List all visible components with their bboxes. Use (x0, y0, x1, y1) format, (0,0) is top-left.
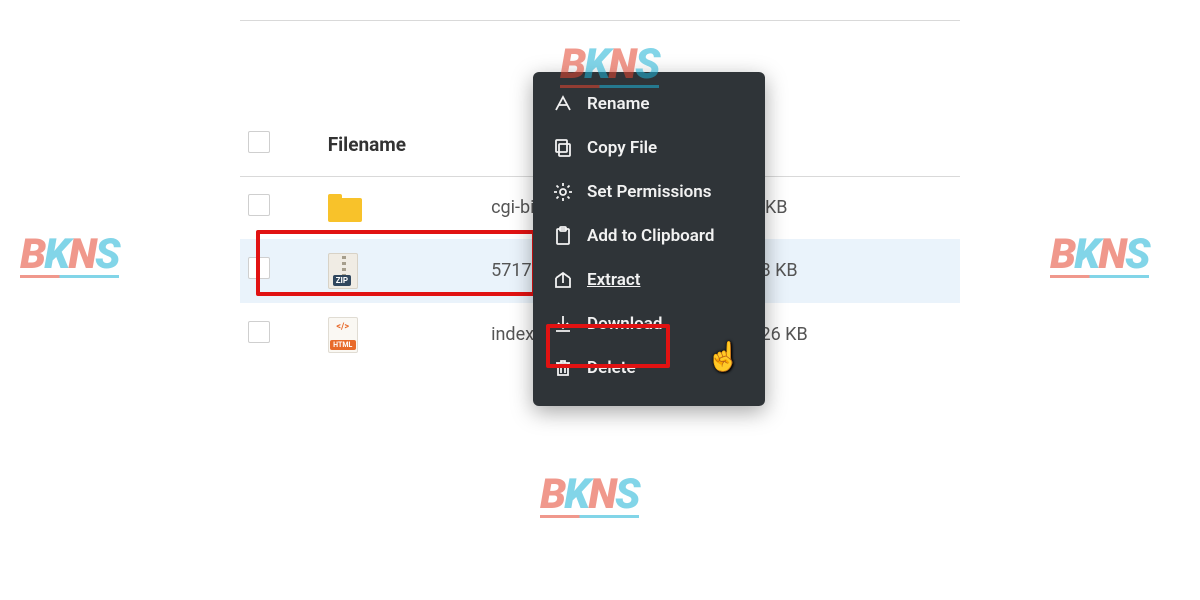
menu-item-clipboard[interactable]: Add to Clipboard (533, 214, 765, 258)
watermark: BKNS (20, 230, 119, 278)
header-filename[interactable]: Filename (320, 121, 483, 177)
rename-icon (553, 94, 573, 114)
watermark: BKNS (1050, 230, 1149, 278)
extract-icon (553, 270, 573, 290)
folder-icon (328, 194, 362, 222)
menu-item-permissions[interactable]: Set Permissions (533, 170, 765, 214)
row-checkbox[interactable] (248, 257, 270, 279)
copy-icon (553, 138, 573, 158)
menu-item-download[interactable]: Download (533, 302, 765, 346)
row-checkbox[interactable] (248, 321, 270, 343)
html-icon (328, 317, 358, 353)
download-icon (553, 314, 573, 334)
clipboard-icon (553, 226, 573, 246)
trash-icon (553, 358, 573, 378)
header-select[interactable] (240, 121, 320, 177)
row-checkbox[interactable] (248, 194, 270, 216)
menu-label: Download (587, 314, 662, 334)
menu-item-extract[interactable]: Extract (533, 258, 765, 302)
menu-label: Set Permissions (587, 182, 711, 202)
context-menu: Rename Copy File Set Permissions Add to … (533, 72, 765, 406)
watermark: BKNS (540, 470, 639, 518)
menu-label: Rename (587, 94, 650, 114)
menu-label: Copy File (587, 138, 657, 158)
menu-item-delete[interactable]: Delete (533, 346, 765, 390)
gear-icon (553, 182, 573, 202)
menu-label: Add to Clipboard (587, 226, 714, 246)
menu-item-copy[interactable]: Copy File (533, 126, 765, 170)
zip-icon (328, 253, 358, 289)
menu-label: Delete (587, 358, 636, 378)
menu-label: Extract (587, 270, 640, 290)
menu-item-rename[interactable]: Rename (533, 82, 765, 126)
